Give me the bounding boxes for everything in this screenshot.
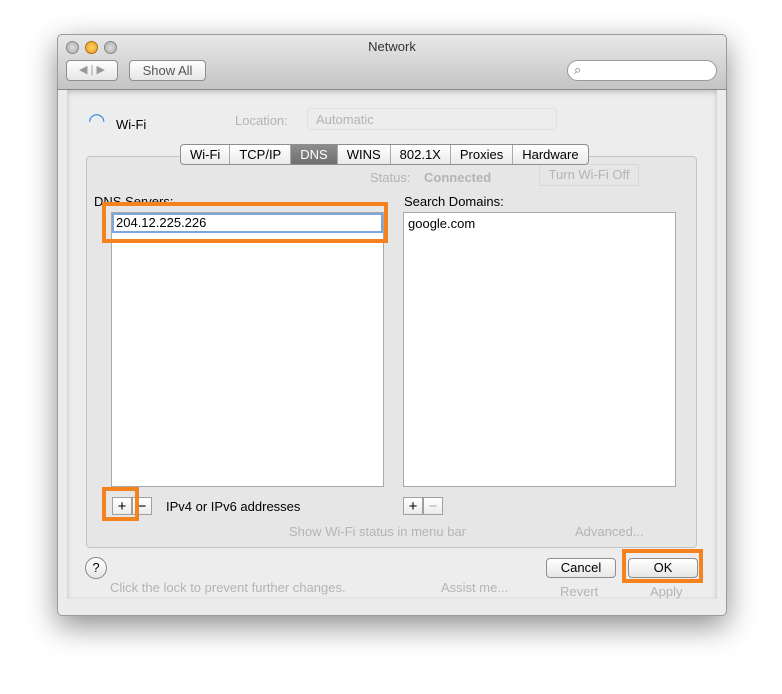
search-input[interactable]: ⌕ [567, 60, 717, 81]
ghost-status-value: Connected [424, 170, 492, 185]
tab-bar: Wi-Fi TCP/IP DNS WINS 802.1X Proxies Har… [180, 144, 589, 165]
tab-dns[interactable]: DNS [291, 145, 338, 164]
back-forward-buttons[interactable]: ◀ | ▶ [66, 60, 118, 81]
ghost-location-select: Automatic [307, 108, 557, 130]
tab-wifi[interactable]: Wi-Fi [181, 145, 231, 164]
ghost-apply: Apply [650, 584, 683, 599]
highlight-dns-field [102, 202, 388, 243]
search-domains-list[interactable]: google.com [403, 212, 676, 487]
search-domain-item[interactable]: google.com [404, 213, 675, 234]
tab-wins[interactable]: WINS [338, 145, 391, 164]
highlight-add-button [102, 487, 139, 521]
ghost-assist: Assist me... [441, 580, 509, 595]
titlebar: Network ◀ | ▶ Show All ⌕ [58, 35, 726, 90]
interface-name: Wi-Fi [116, 117, 147, 132]
network-window: Network ◀ | ▶ Show All ⌕ Location: Autom… [57, 34, 727, 616]
dns-sheet: Location: Automatic DNS Servers: 204.12.… [67, 90, 717, 599]
remove-search-domain-button[interactable]: − [423, 497, 443, 515]
highlight-ok-button [622, 549, 703, 583]
window-title: Network [368, 39, 416, 54]
ghost-revert: Revert [560, 584, 599, 599]
tab-8021x[interactable]: 802.1X [391, 145, 451, 164]
search-domains-label: Search Domains: [404, 194, 504, 209]
wifi-icon: ◠ [88, 110, 106, 132]
tab-proxies[interactable]: Proxies [451, 145, 514, 164]
show-all-button[interactable]: Show All [129, 60, 206, 81]
ghost-show-status: Show Wi-Fi status in menu bar [289, 524, 467, 539]
ghost-lock-text: Click the lock to prevent further change… [110, 580, 346, 595]
ghost-location-label: Location: [235, 113, 288, 128]
cancel-button[interactable]: Cancel [546, 558, 616, 578]
ghost-turn-off-button: Turn Wi-Fi Off [539, 164, 639, 186]
search-icon: ⌕ [574, 62, 582, 77]
dns-servers-list[interactable]: 204.12.225.226 [111, 212, 384, 487]
add-search-domain-button[interactable]: + [403, 497, 423, 515]
tab-tcpip[interactable]: TCP/IP [230, 145, 292, 164]
dns-hint: IPv4 or IPv6 addresses [166, 499, 301, 514]
ghost-advanced: Advanced... [575, 524, 644, 539]
help-button[interactable]: ? [85, 557, 107, 579]
tab-hardware[interactable]: Hardware [513, 145, 587, 164]
ghost-status-label: Status: [370, 170, 411, 185]
